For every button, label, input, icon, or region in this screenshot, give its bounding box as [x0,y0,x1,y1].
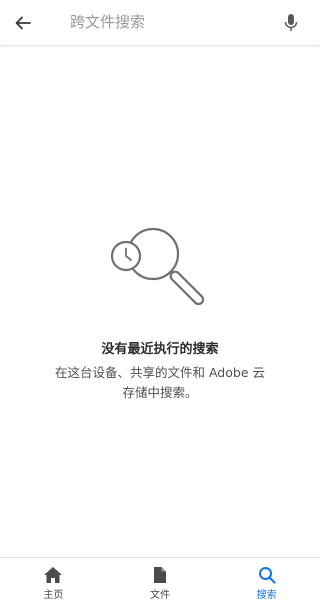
search-input[interactable] [70,9,260,35]
nav-search[interactable]: 搜索 [213,558,320,604]
nav-home-label: 主页 [43,590,64,601]
empty-state-description: 在这台设备、共享的文件和 Adobe 云存储中搜索。 [55,365,265,400]
nav-home[interactable]: 主页 [0,558,107,604]
nav-files[interactable]: 文件 [107,558,214,604]
bottom-navigation: 主页 文件 搜索 [0,557,320,604]
search-icon [258,567,276,584]
microphone-icon [284,14,298,31]
nav-search-label: 搜索 [256,590,277,601]
voice-search-button[interactable] [278,10,304,36]
arrow-left-icon [15,16,31,30]
back-button[interactable] [10,10,36,36]
home-icon [44,567,63,583]
top-app-bar [0,0,320,46]
empty-state-title: 没有最近执行的搜索 [101,342,219,357]
nav-files-label: 文件 [150,590,170,601]
search-history-icon [110,227,205,306]
file-icon [154,567,166,583]
